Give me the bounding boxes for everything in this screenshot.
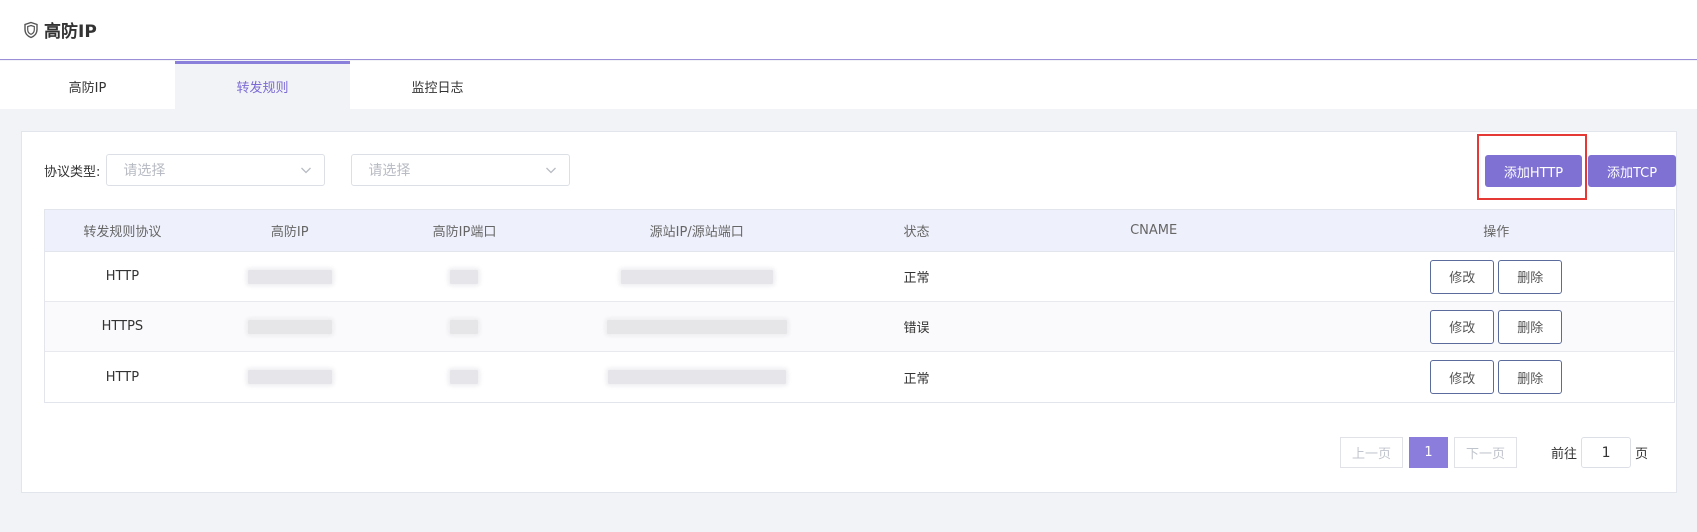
ip-cell-redacted (200, 269, 380, 284)
edit-button[interactable]: 修改 (1430, 309, 1495, 344)
port-cell-redacted (380, 370, 550, 384)
delete-button[interactable]: 删除 (1498, 259, 1563, 294)
ip-cell-redacted (200, 319, 380, 334)
rules-table: 转发规则协议 高防IP 高防IP端口 源站IP/源站端口 状态 CNAME 操作… (44, 209, 1675, 403)
actions-cell: 修改 删除 (1318, 360, 1674, 394)
edit-button[interactable]: 修改 (1430, 259, 1495, 294)
table-row: HTTPS 错误 修改 删除 (45, 302, 1674, 352)
secondary-select-placeholder: 请选择 (368, 163, 411, 179)
chevron-down-icon (300, 164, 312, 176)
tab-forwarding-rules[interactable]: 转发规则 (175, 61, 350, 109)
tab-monitoring-logs[interactable]: 监控日志 (350, 61, 525, 109)
goto-page-input[interactable] (1581, 437, 1632, 468)
protocol-cell: HTTPS (101, 319, 144, 334)
chevron-down-icon (545, 164, 557, 176)
status-cell: 正常 (903, 271, 930, 286)
origin-cell-redacted (549, 370, 844, 384)
page-title: 高防IP (44, 22, 97, 42)
actions-cell: 修改 删除 (1318, 259, 1674, 294)
secondary-select[interactable]: 请选择 (351, 154, 571, 186)
shield-icon (22, 21, 40, 39)
pagination: 上一页 1 下一页 前往 页 (1340, 437, 1648, 468)
tab-bar: 高防IP 转发规则 监控日志 (0, 61, 1697, 109)
table-header: 转发规则协议 高防IP 高防IP端口 源站IP/源站端口 状态 CNAME 操作 (45, 210, 1674, 252)
column-header: 状态 (903, 225, 930, 240)
protocol-type-label: 协议类型: (44, 164, 101, 180)
protocol-cell: HTTP (105, 269, 140, 284)
goto-page: 前往 页 (1551, 437, 1648, 468)
port-cell-redacted (380, 269, 550, 284)
goto-prefix: 前往 (1551, 447, 1578, 462)
prev-page-button[interactable]: 上一页 (1340, 437, 1404, 468)
column-header: 转发规则协议 (83, 225, 162, 240)
status-cell: 正常 (903, 371, 930, 387)
goto-suffix: 页 (1635, 447, 1649, 462)
table-row: HTTP 正常 修改 删除 (45, 352, 1674, 402)
port-cell-redacted (380, 319, 550, 334)
column-header: 操作 (1483, 225, 1510, 240)
delete-button[interactable]: 删除 (1498, 360, 1563, 394)
ip-cell-redacted (200, 370, 380, 384)
tab-anti-ddos-ip[interactable]: 高防IP (0, 61, 175, 109)
edit-button[interactable]: 修改 (1430, 360, 1495, 394)
protocol-select[interactable]: 请选择 (106, 154, 326, 186)
table-row: HTTP 正常 修改 删除 (45, 252, 1674, 302)
add-http-button[interactable]: 添加HTTP (1485, 155, 1582, 187)
next-page-button[interactable]: 下一页 (1454, 437, 1518, 468)
status-cell: 错误 (903, 321, 930, 336)
column-header: 高防IP (270, 225, 309, 240)
rules-panel: 协议类型: 请选择 请选择 添加HTTP 添加TCP 转发规则协议 高防IP 高… (21, 131, 1677, 493)
protocol-cell: HTTP (105, 369, 140, 385)
protocol-select-placeholder: 请选择 (123, 163, 166, 179)
filter-bar: 协议类型: 请选择 请选择 (44, 154, 571, 186)
column-header: 高防IP端口 (432, 225, 497, 240)
page-number-current[interactable]: 1 (1409, 437, 1449, 468)
page-header: 高防IP (0, 0, 1697, 60)
column-header: 源站IP/源站端口 (649, 225, 744, 240)
column-header: CNAME (1130, 223, 1178, 238)
origin-cell-redacted (549, 269, 844, 284)
delete-button[interactable]: 删除 (1498, 309, 1563, 344)
actions-cell: 修改 删除 (1318, 309, 1674, 344)
add-tcp-button[interactable]: 添加TCP (1588, 155, 1676, 187)
origin-cell-redacted (549, 319, 844, 334)
